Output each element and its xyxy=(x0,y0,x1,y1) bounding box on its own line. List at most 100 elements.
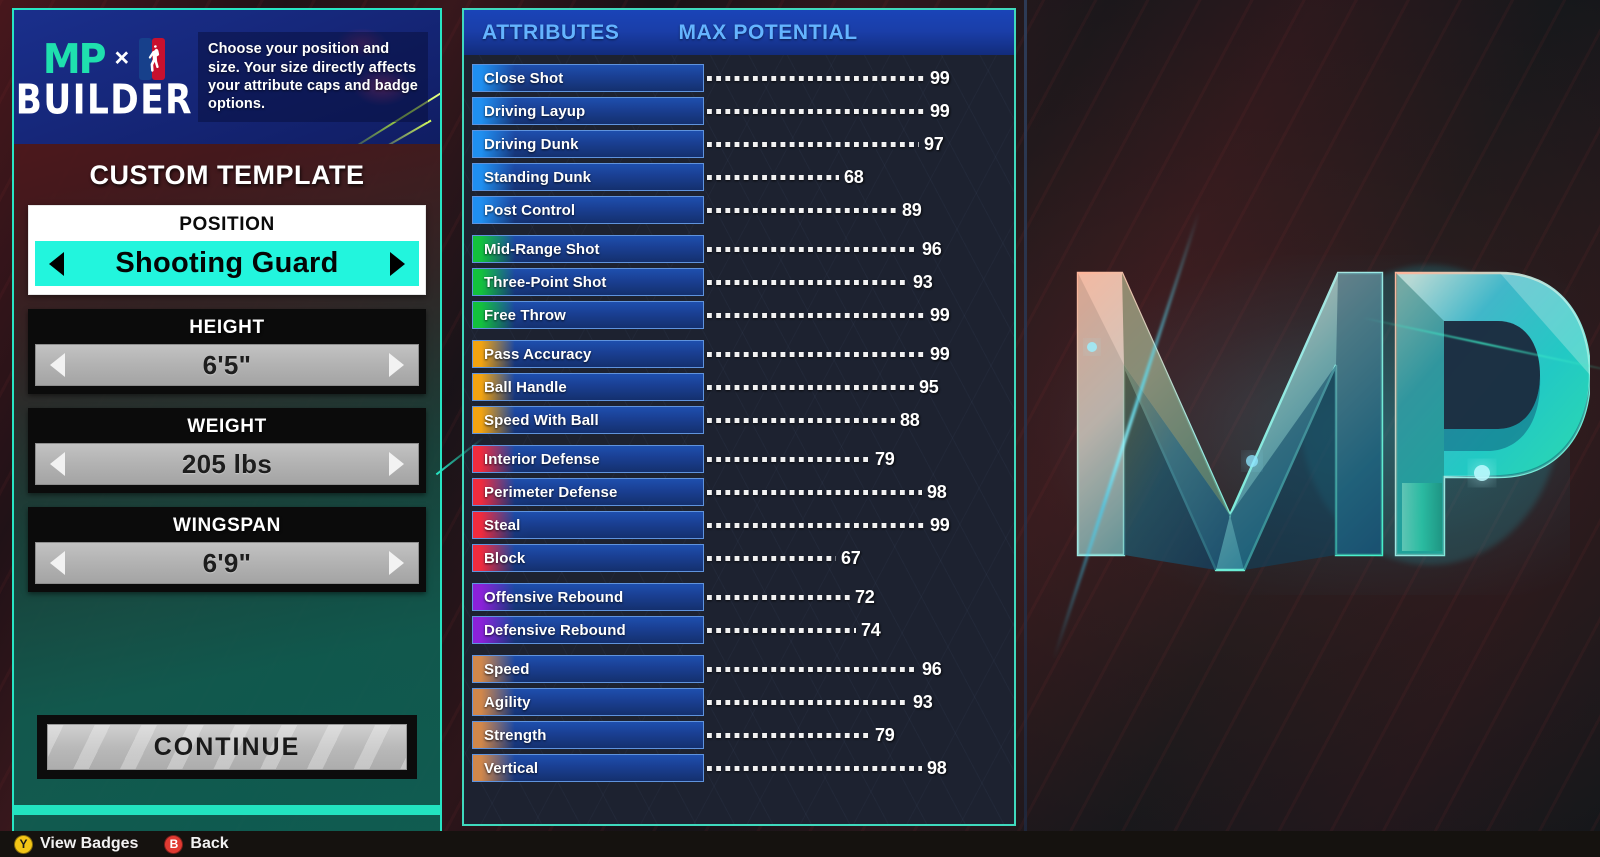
attr-row[interactable]: Offensive Rebound 72 xyxy=(464,583,1014,611)
weight-stepper[interactable]: 205 lbs xyxy=(35,443,419,485)
continue-button-label: CONTINUE xyxy=(153,732,301,761)
attr-pill: Close Shot xyxy=(472,64,704,92)
attr-pill: Driving Layup xyxy=(472,97,704,125)
attr-row[interactable]: Block 67 xyxy=(464,544,1014,572)
attr-row[interactable]: Ball Handle 95 xyxy=(464,373,1014,401)
attr-leader-zone: 97 xyxy=(707,130,1014,158)
attr-row[interactable]: Post Control 89 xyxy=(464,196,1014,224)
attr-row[interactable]: Standing Dunk 68 xyxy=(464,163,1014,191)
attr-row[interactable]: Agility 93 xyxy=(464,688,1014,716)
position-next-arrow-icon[interactable] xyxy=(390,251,405,276)
attr-dot-leader xyxy=(707,108,925,114)
attr-value: 88 xyxy=(900,409,920,430)
attr-dot-leader xyxy=(707,384,914,390)
attr-row[interactable]: Pass Accuracy 99 xyxy=(464,340,1014,368)
height-stepper[interactable]: 6'5" xyxy=(35,344,419,386)
attr-name: Agility xyxy=(484,693,531,711)
attributes-header-label: ATTRIBUTES xyxy=(482,20,620,44)
attr-dot-leader xyxy=(707,417,895,423)
prompt-view-badges-label: View Badges xyxy=(40,835,139,852)
weight-next-arrow-icon[interactable] xyxy=(389,452,404,476)
attr-pill: Free Throw xyxy=(472,301,704,329)
attr-dot-leader xyxy=(707,627,856,633)
attr-pill: Strength xyxy=(472,721,704,749)
custom-template-panel: MP × BUILDER Choose your position and si… xyxy=(12,8,442,833)
attr-leader-zone: 98 xyxy=(707,478,1014,506)
attr-group-rebounding: Offensive Rebound 72 Defensive Rebound 74 xyxy=(464,583,1014,644)
attr-pill: Three-Point Shot xyxy=(472,268,704,296)
attr-leader-zone: 99 xyxy=(707,301,1014,329)
attr-value: 74 xyxy=(861,619,881,640)
continue-button-frame: CONTINUE xyxy=(37,715,417,779)
attr-value: 99 xyxy=(930,67,950,88)
attr-pill: Agility xyxy=(472,688,704,716)
attr-row[interactable]: Driving Dunk 97 xyxy=(464,130,1014,158)
attr-row[interactable]: Interior Defense 79 xyxy=(464,445,1014,473)
field-weight[interactable]: WEIGHT 205 lbs xyxy=(28,408,426,493)
attr-leader-zone: 72 xyxy=(707,583,1014,611)
wingspan-prev-arrow-icon[interactable] xyxy=(50,551,65,575)
attr-dot-leader xyxy=(707,75,925,81)
attr-group-inside-scoring: Close Shot 99 Driving Layup 99 Driving Dunk 9… xyxy=(464,64,1014,224)
attr-pill: Offensive Rebound xyxy=(472,583,704,611)
attr-name: Strength xyxy=(484,726,547,744)
attr-row[interactable]: Free Throw 99 xyxy=(464,301,1014,329)
attr-row[interactable]: Perimeter Defense 98 xyxy=(464,478,1014,506)
wingspan-value: 6'9" xyxy=(202,547,252,578)
attr-row[interactable]: Driving Layup 99 xyxy=(464,97,1014,125)
attr-row[interactable]: Three-Point Shot 93 xyxy=(464,268,1014,296)
weight-prev-arrow-icon[interactable] xyxy=(50,452,65,476)
attr-name: Vertical xyxy=(484,759,539,777)
field-position[interactable]: POSITION Shooting Guard xyxy=(28,205,426,295)
attr-row[interactable]: Steal 99 xyxy=(464,511,1014,539)
attr-leader-zone: 88 xyxy=(707,406,1014,434)
attr-pill: Block xyxy=(472,544,704,572)
attr-leader-zone: 99 xyxy=(707,340,1014,368)
field-position-label: POSITION xyxy=(179,214,275,235)
height-next-arrow-icon[interactable] xyxy=(389,353,404,377)
attr-dot-leader xyxy=(707,174,839,180)
brand-header: MP × BUILDER Choose your position and si… xyxy=(14,10,440,144)
instruction-text: Choose your position and size. Your size… xyxy=(208,41,418,113)
attr-pill: Ball Handle xyxy=(472,373,704,401)
attr-row[interactable]: Defensive Rebound 74 xyxy=(464,616,1014,644)
attr-pill: Post Control xyxy=(472,196,704,224)
field-height[interactable]: HEIGHT 6'5" xyxy=(28,309,426,394)
wingspan-stepper[interactable]: 6'9" xyxy=(35,542,419,584)
prompt-view-badges[interactable]: Y View Badges xyxy=(14,834,139,854)
attr-name: Speed With Ball xyxy=(484,411,599,429)
attr-leader-zone: 98 xyxy=(707,754,1014,782)
wingspan-next-arrow-icon[interactable] xyxy=(389,551,404,575)
attr-row[interactable]: Speed With Ball 88 xyxy=(464,406,1014,434)
attr-pill: Vertical xyxy=(472,754,704,782)
attr-name: Post Control xyxy=(484,201,576,219)
attr-row[interactable]: Vertical 98 xyxy=(464,754,1014,782)
weight-value: 205 lbs xyxy=(181,448,273,479)
attr-name: Defensive Rebound xyxy=(484,621,626,639)
position-stepper[interactable]: Shooting Guard xyxy=(35,241,419,286)
attributes-list: Close Shot 99 Driving Layup 99 Driving Dunk 9… xyxy=(464,55,1014,782)
attr-row[interactable]: Mid-Range Shot 96 xyxy=(464,235,1014,263)
attr-pill: Driving Dunk xyxy=(472,130,704,158)
prompt-back[interactable]: B Back xyxy=(164,834,229,854)
attr-leader-zone: 74 xyxy=(707,616,1014,644)
mp-hero-logo-icon xyxy=(1076,265,1590,572)
continue-button[interactable]: CONTINUE xyxy=(47,724,407,770)
position-prev-arrow-icon[interactable] xyxy=(49,251,64,276)
attr-value: 96 xyxy=(922,658,942,679)
attr-value: 67 xyxy=(841,547,861,568)
field-wingspan[interactable]: WINGSPAN 6'9" xyxy=(28,507,426,592)
attr-value: 99 xyxy=(930,343,950,364)
attr-leader-zone: 79 xyxy=(707,721,1014,749)
attr-dot-leader xyxy=(707,141,919,147)
attr-value: 99 xyxy=(930,514,950,535)
attr-row[interactable]: Speed 96 xyxy=(464,655,1014,683)
attr-row[interactable]: Close Shot 99 xyxy=(464,64,1014,92)
attr-row[interactable]: Strength 79 xyxy=(464,721,1014,749)
field-weight-label: WEIGHT xyxy=(187,416,267,437)
height-prev-arrow-icon[interactable] xyxy=(50,353,65,377)
mp-hero-logo xyxy=(1030,211,1600,659)
page-title: CUSTOM TEMPLATE xyxy=(89,160,365,190)
attr-leader-zone: 99 xyxy=(707,64,1014,92)
attr-pill: Standing Dunk xyxy=(472,163,704,191)
